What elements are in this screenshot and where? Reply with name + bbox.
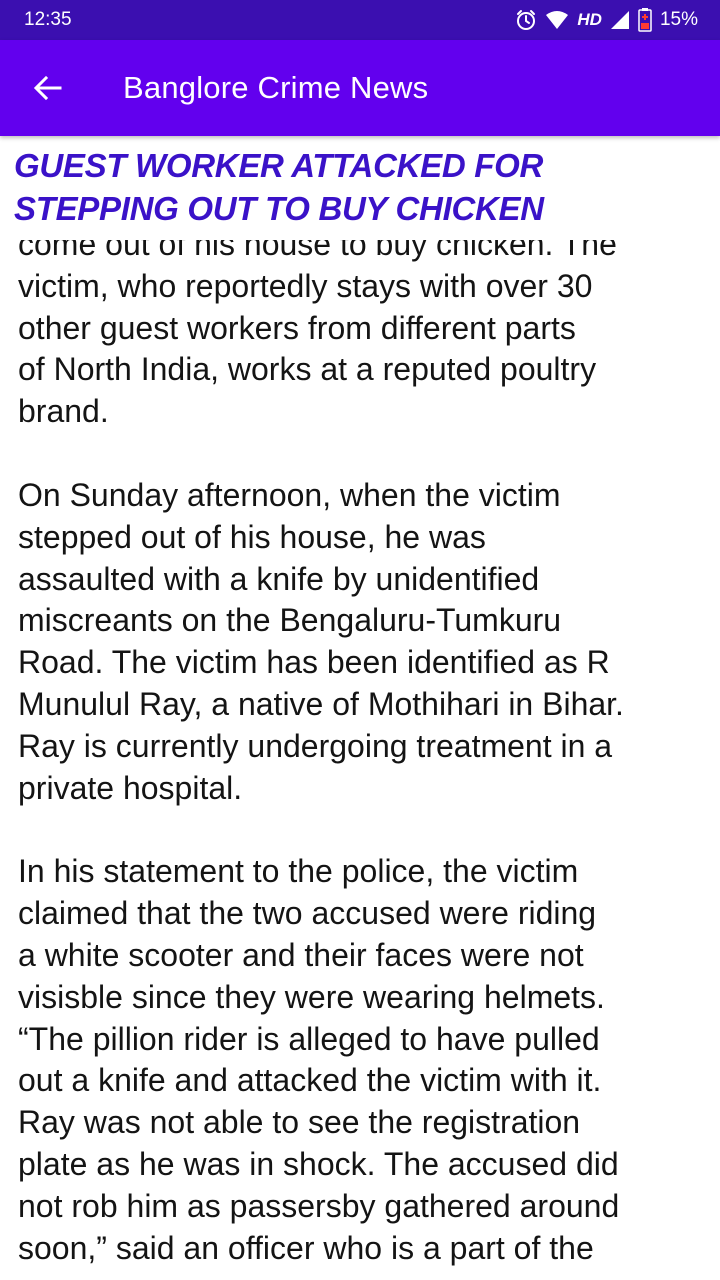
app-bar: Banglore Crime News xyxy=(0,40,720,136)
article-body: come out of his house to buy chicken. Th… xyxy=(18,240,708,1280)
status-bar: 12:35 HD 15% xyxy=(0,0,720,40)
status-icons: HD 15% xyxy=(515,8,698,32)
alarm-icon xyxy=(515,9,537,31)
signal-icon xyxy=(610,10,630,30)
battery-percentage: 15% xyxy=(659,9,698,30)
back-button[interactable] xyxy=(0,40,96,136)
article-paragraph: On Sunday afternoon, when the victim ste… xyxy=(18,476,624,806)
network-type-label: HD xyxy=(577,10,602,29)
wifi-icon xyxy=(545,10,569,30)
article-scroll-area[interactable]: come out of his house to buy chicken. Th… xyxy=(0,240,720,1280)
battery-low-icon xyxy=(638,8,652,32)
article-headline: GUEST WORKER ATTACKED FOR STEPPING OUT T… xyxy=(14,147,544,227)
article-paragraph: come out of his house to buy chicken. Th… xyxy=(18,240,617,430)
status-time: 12:35 xyxy=(24,9,72,30)
arrow-left-icon xyxy=(33,73,63,103)
app-title: Banglore Crime News xyxy=(123,70,429,105)
article-paragraph: In his statement to the police, the vict… xyxy=(18,853,620,1266)
